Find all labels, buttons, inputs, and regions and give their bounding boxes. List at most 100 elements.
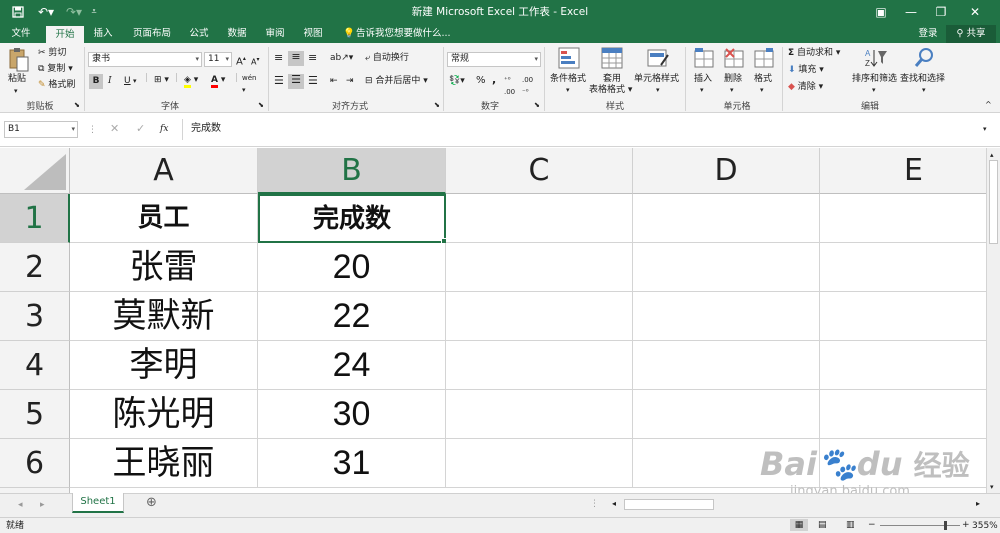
page-layout-view-icon[interactable]: ▤ (818, 519, 827, 531)
font-launcher-icon[interactable]: ⬊ (258, 99, 264, 111)
cell-d4[interactable] (633, 341, 820, 390)
insert-function-button[interactable]: fx (160, 123, 168, 135)
row-header-4[interactable]: 4 (0, 341, 70, 390)
save-icon[interactable] (8, 3, 28, 21)
zoom-level[interactable]: 355% (972, 520, 998, 532)
merge-center-button[interactable]: ⊟ 合并后居中 ▾ (365, 75, 428, 87)
expand-formula-icon[interactable]: ▾ (983, 123, 987, 135)
customize-qat-icon[interactable]: ⩡ (88, 3, 100, 21)
sign-in-link[interactable]: 登录 (914, 25, 942, 43)
tab-review[interactable]: 审阅 (260, 25, 290, 43)
decrease-indent-icon[interactable]: ⇤ (330, 75, 338, 87)
tab-view[interactable]: 视图 (298, 25, 328, 43)
zoom-out-icon[interactable]: − (868, 519, 876, 531)
cancel-icon[interactable]: ✕ (110, 123, 119, 135)
tab-file[interactable]: 文件 (6, 25, 36, 43)
fill-button[interactable]: ⬇ 填充 ▾ (788, 64, 824, 76)
column-header-c[interactable]: C (446, 148, 633, 194)
horizontal-scroll-thumb[interactable] (624, 499, 714, 510)
row-header-6[interactable]: 6 (0, 439, 70, 488)
tab-page-layout[interactable]: 页面布局 (128, 25, 176, 43)
cell-b5[interactable]: 30 (258, 390, 446, 439)
wrap-text-button[interactable]: ⤶ 自动换行 (365, 52, 409, 64)
font-name-select[interactable]: 隶书 ▾ (88, 52, 202, 67)
restore-icon[interactable]: ❐ (926, 0, 956, 25)
cell-a5[interactable]: 陈光明 (70, 390, 258, 439)
next-sheet-icon[interactable]: ▸ (40, 499, 45, 511)
paste-button[interactable]: 粘贴 (8, 73, 26, 85)
share-button[interactable]: ⚲ 共享 (946, 25, 996, 43)
row-header-2[interactable]: 2 (0, 243, 70, 292)
collapse-ribbon-icon[interactable]: ^ (985, 99, 992, 111)
chevron-down-icon[interactable]: ▾ (760, 84, 764, 96)
cell-d2[interactable] (633, 243, 820, 292)
cell-e1[interactable] (820, 194, 986, 243)
cell-b3[interactable]: 22 (258, 292, 446, 341)
chevron-down-icon[interactable]: ▾ (700, 84, 704, 96)
zoom-slider-thumb[interactable] (944, 521, 947, 530)
cell-d3[interactable] (633, 292, 820, 341)
align-middle-icon[interactable]: ≡ (288, 51, 304, 66)
orientation-icon[interactable]: ab↗▾ (330, 52, 353, 64)
increase-decimal-icon[interactable]: ⁺⁰ .00 (504, 74, 515, 98)
tab-formulas[interactable]: 公式 (184, 25, 214, 43)
cell-c1[interactable] (446, 194, 633, 243)
cell-c3[interactable] (446, 292, 633, 341)
scroll-down-icon[interactable]: ▾ (990, 481, 994, 493)
select-all-corner[interactable] (0, 148, 70, 194)
column-header-a[interactable]: A (70, 148, 258, 194)
align-top-icon[interactable]: ≡ (274, 52, 283, 64)
underline-button[interactable]: U (124, 75, 131, 87)
page-break-view-icon[interactable]: ▥ (846, 519, 855, 531)
autosum-button[interactable]: Σ 自动求和 ▾ (788, 47, 840, 59)
cell-a4[interactable]: 李明 (70, 341, 258, 390)
cell-b4[interactable]: 24 (258, 341, 446, 390)
column-header-d[interactable]: D (633, 148, 820, 194)
chevron-down-icon[interactable]: ▾ (566, 84, 570, 96)
vertical-scroll-thumb[interactable] (989, 160, 998, 244)
scroll-right-icon[interactable]: ▸ (976, 498, 980, 510)
tab-home[interactable]: 开始 (46, 26, 84, 43)
number-format-select[interactable]: 常规 ▾ (447, 52, 541, 67)
decrease-decimal-icon[interactable]: .00 ⁻⁰ (522, 74, 533, 98)
increase-indent-icon[interactable]: ⇥ (346, 75, 354, 87)
add-sheet-icon[interactable]: ⊕ (146, 496, 157, 509)
cell-d1[interactable] (633, 194, 820, 243)
align-bottom-icon[interactable]: ≡ (308, 52, 317, 64)
percent-button[interactable]: % (476, 75, 486, 87)
cell-c2[interactable] (446, 243, 633, 292)
align-center-icon[interactable]: ☰ (288, 74, 304, 89)
prev-sheet-icon[interactable]: ◂ (18, 499, 23, 511)
zoom-in-icon[interactable]: + (962, 519, 970, 531)
bold-button[interactable]: B (89, 74, 103, 89)
cut-button[interactable]: ✂ 剪切 (38, 47, 66, 59)
underline-dropdown-icon[interactable]: ▾ (133, 75, 137, 87)
tell-me-box[interactable]: 告诉我您想要做什么... (356, 25, 456, 43)
cell-b2[interactable]: 20 (258, 243, 446, 292)
cell-c5[interactable] (446, 390, 633, 439)
font-size-select[interactable]: 11 ▾ (204, 52, 232, 67)
font-color-button[interactable]: A ▾ (211, 74, 225, 88)
format-table-label-2[interactable]: 表格格式 ▾ (589, 84, 632, 96)
cell-e2[interactable] (820, 243, 986, 292)
cell-c4[interactable] (446, 341, 633, 390)
tab-data[interactable]: 数据 (222, 25, 252, 43)
cell-a1[interactable]: 员工 (70, 194, 258, 243)
scroll-left-icon[interactable]: ◂ (612, 498, 616, 510)
chevron-down-icon[interactable]: ▾ (730, 84, 734, 96)
accounting-format-icon[interactable]: 💱▾ (449, 75, 465, 87)
format-painter-button[interactable]: ✎ 格式刷 (38, 79, 75, 91)
cell-a2[interactable]: 张雷 (70, 243, 258, 292)
number-launcher-icon[interactable]: ⬊ (534, 99, 540, 111)
cell-b6[interactable]: 31 (258, 439, 446, 488)
cell-e5[interactable] (820, 390, 986, 439)
chevron-down-icon[interactable]: ▾ (656, 84, 660, 96)
tab-split-grip[interactable]: ⋮ (590, 498, 599, 510)
sheet-tab-sheet1[interactable]: Sheet1 (72, 493, 124, 513)
formula-input[interactable]: 完成数 ▾ (182, 119, 996, 140)
alignment-launcher-icon[interactable]: ⬊ (434, 99, 440, 111)
cell-a6[interactable]: 王晓丽 (70, 439, 258, 488)
cell-e3[interactable] (820, 292, 986, 341)
align-right-icon[interactable]: ☰ (308, 75, 318, 87)
cell-d5[interactable] (633, 390, 820, 439)
